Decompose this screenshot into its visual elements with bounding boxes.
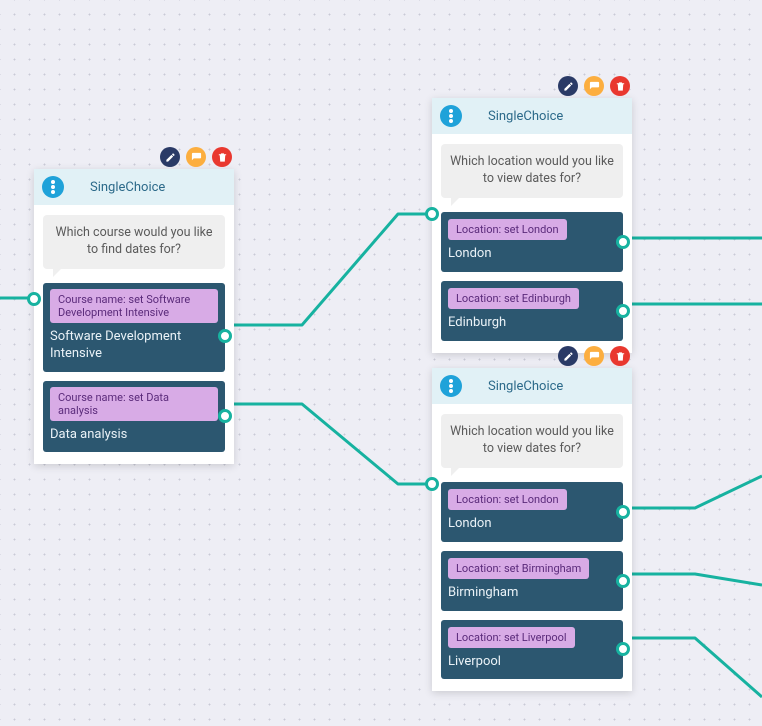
- option-label: London: [448, 516, 616, 533]
- output-port[interactable]: [616, 574, 630, 588]
- single-choice-icon: [440, 105, 462, 127]
- edit-icon[interactable]: [558, 346, 578, 366]
- input-port[interactable]: [425, 477, 439, 491]
- output-port[interactable]: [218, 329, 232, 343]
- node-toolbar: [160, 147, 232, 167]
- variable-chip: Location: set London: [448, 489, 567, 510]
- delete-icon[interactable]: [610, 346, 630, 366]
- node-body: Which course would you like to find date…: [34, 205, 234, 464]
- node-course[interactable]: SingleChoice Which course would you like…: [34, 169, 234, 464]
- prompt-bubble: Which location would you like to view da…: [441, 144, 623, 198]
- node-location-2[interactable]: SingleChoice Which location would you li…: [432, 368, 632, 691]
- node-type-label: SingleChoice: [90, 180, 165, 195]
- output-port[interactable]: [616, 235, 630, 249]
- variable-chip: Location: set London: [448, 219, 567, 240]
- node-header: SingleChoice: [432, 368, 632, 404]
- option-edinburgh[interactable]: Location: set Edinburgh Edinburgh: [441, 281, 623, 341]
- option-london[interactable]: Location: set London London: [441, 482, 623, 542]
- single-choice-icon: [42, 176, 64, 198]
- input-port[interactable]: [425, 207, 439, 221]
- node-location-1[interactable]: SingleChoice Which location would you li…: [432, 98, 632, 353]
- variable-chip: Course name: set Data analysis: [50, 387, 218, 421]
- node-body: Which location would you like to view da…: [432, 134, 632, 353]
- node-header: SingleChoice: [34, 169, 234, 205]
- single-choice-icon: [440, 375, 462, 397]
- node-type-label: SingleChoice: [488, 109, 563, 124]
- node-type-label: SingleChoice: [488, 379, 563, 394]
- variable-chip: Location: set Birmingham: [448, 558, 589, 579]
- edit-icon[interactable]: [558, 76, 578, 96]
- option-label: Birmingham: [448, 585, 616, 602]
- flow-canvas[interactable]: { "node_type_label": "SingleChoice", "no…: [0, 0, 762, 726]
- option-label: Software Development Intensive: [50, 329, 218, 363]
- comment-icon[interactable]: [584, 76, 604, 96]
- input-port[interactable]: [27, 292, 41, 306]
- option-london[interactable]: Location: set London London: [441, 212, 623, 272]
- option-label: Liverpool: [448, 654, 616, 671]
- option-liverpool[interactable]: Location: set Liverpool Liverpool: [441, 620, 623, 680]
- prompt-bubble: Which location would you like to view da…: [441, 414, 623, 468]
- node-toolbar: [558, 76, 630, 96]
- node-body: Which location would you like to view da…: [432, 404, 632, 691]
- comment-icon[interactable]: [186, 147, 206, 167]
- option-label: Edinburgh: [448, 315, 616, 332]
- variable-chip: Location: set Liverpool: [448, 627, 575, 648]
- output-port[interactable]: [218, 409, 232, 423]
- delete-icon[interactable]: [610, 76, 630, 96]
- prompt-bubble: Which course would you like to find date…: [43, 215, 225, 269]
- node-toolbar: [558, 346, 630, 366]
- option-data-analysis[interactable]: Course name: set Data analysis Data anal…: [43, 381, 225, 453]
- delete-icon[interactable]: [212, 147, 232, 167]
- edit-icon[interactable]: [160, 147, 180, 167]
- output-port[interactable]: [616, 304, 630, 318]
- output-port[interactable]: [616, 642, 630, 656]
- option-software-dev[interactable]: Course name: set Software Development In…: [43, 283, 225, 372]
- node-header: SingleChoice: [432, 98, 632, 134]
- variable-chip: Course name: set Software Development In…: [50, 289, 218, 323]
- option-birmingham[interactable]: Location: set Birmingham Birmingham: [441, 551, 623, 611]
- option-label: London: [448, 246, 616, 263]
- output-port[interactable]: [616, 505, 630, 519]
- variable-chip: Location: set Edinburgh: [448, 288, 579, 309]
- comment-icon[interactable]: [584, 346, 604, 366]
- option-label: Data analysis: [50, 427, 218, 444]
